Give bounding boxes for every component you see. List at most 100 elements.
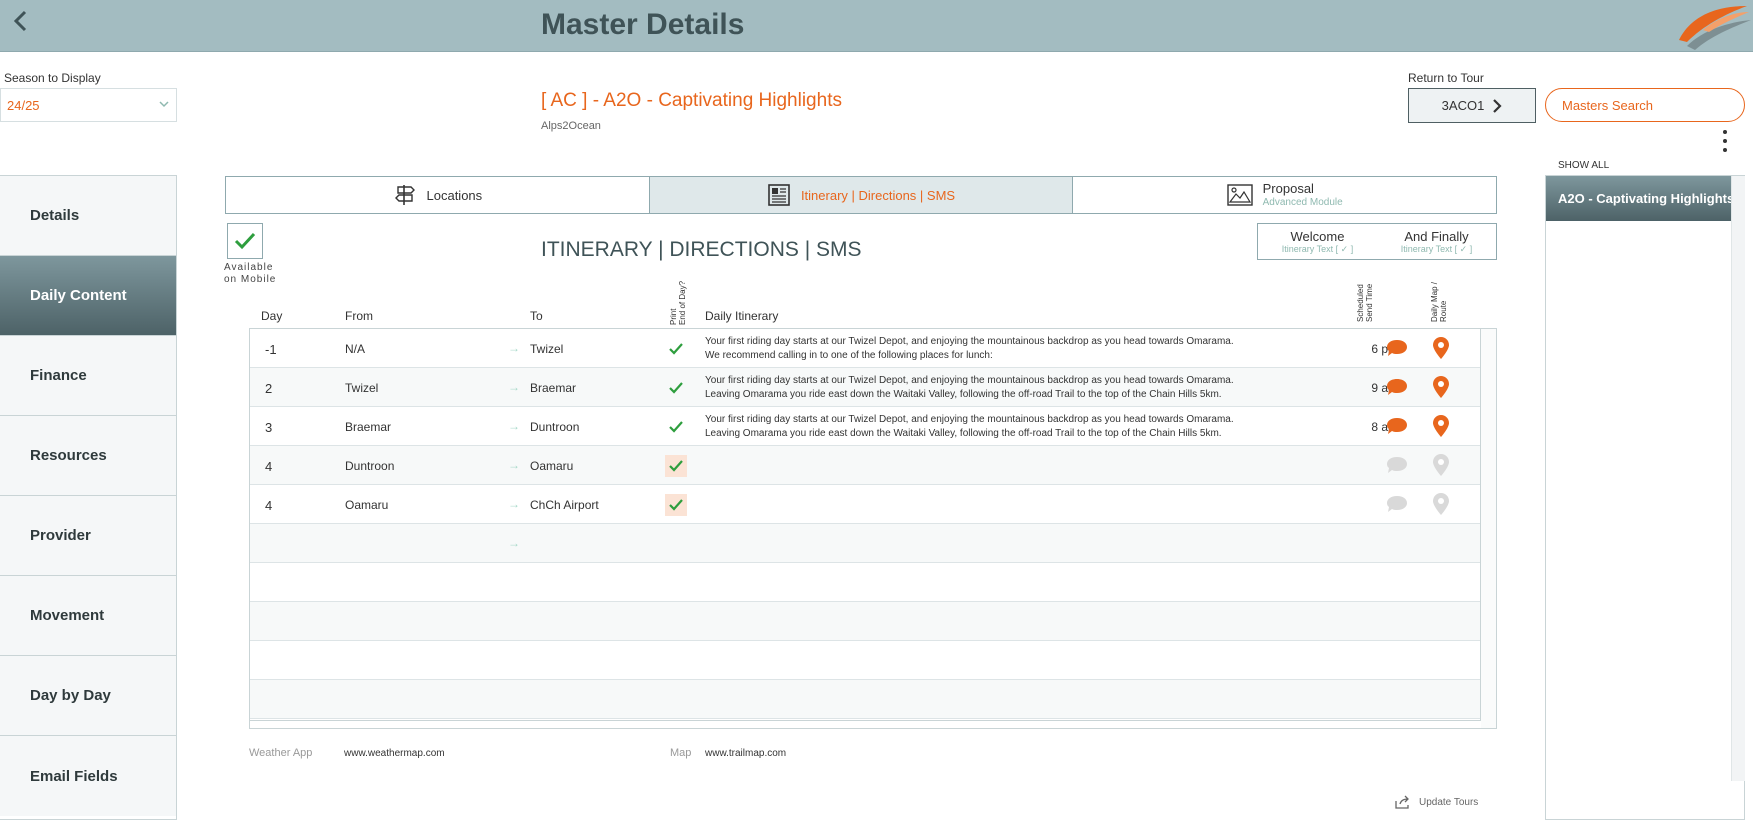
row-to: Twizel (530, 342, 564, 356)
masters-list-scrollbar[interactable] (1731, 176, 1745, 781)
season-select[interactable]: 24/25 (0, 88, 177, 122)
print-end-of-day-checkbox[interactable] (665, 494, 687, 516)
row-itinerary[interactable]: Your first riding day starts at our Twiz… (705, 335, 1265, 363)
tour-title: [ AC ] - A2O - Captivating Highlights (541, 90, 842, 111)
row-from: N/A (345, 342, 366, 356)
table-row[interactable] (250, 680, 1480, 719)
swoosh-logo-icon (1679, 6, 1751, 50)
row-day: -1 (265, 342, 277, 357)
sidebar-item-provider[interactable]: Provider (0, 496, 176, 576)
available-on-mobile-checkbox[interactable] (227, 223, 263, 259)
welcome-finally-box: Welcome Itinerary Text [ ✓ ] And Finally… (1257, 223, 1497, 260)
season-label: Season to Display (4, 71, 101, 85)
row-day: 2 (265, 381, 273, 396)
map-pin-icon[interactable] (1432, 375, 1454, 399)
table-row[interactable] (250, 602, 1480, 641)
table-row[interactable]: 3 Braemar → Duntroon Your first riding day s… (250, 407, 1480, 446)
row-day: 4 (265, 498, 273, 513)
print-end-of-day-checkbox[interactable] (665, 377, 687, 399)
table-row[interactable]: 2 Twizel → Braemar Your first riding day sta… (250, 368, 1480, 407)
chevron-left-icon (13, 10, 27, 32)
back-button[interactable] (6, 6, 36, 36)
itinerary-table: -1 N/A → Twizel Your first riding day starts… (249, 328, 1481, 721)
map-pin-icon[interactable] (1432, 492, 1454, 516)
table-scrollbar[interactable] (1481, 328, 1497, 729)
arrow-right-icon: → (508, 341, 520, 355)
tab-proposal-text: Proposal Advanced Module (1262, 181, 1343, 208)
update-tours-label: Update Tours (1419, 796, 1479, 808)
map-pin-icon[interactable] (1432, 336, 1454, 360)
check-icon (234, 232, 256, 250)
sidebar-item-resources[interactable]: Resources (0, 416, 176, 496)
tab-itinerary[interactable]: Itinerary | Directions | SMS (649, 177, 1074, 213)
tab-itinerary-label: Itinerary | Directions | SMS (800, 187, 956, 203)
sms-bubble-icon[interactable] (1386, 494, 1408, 516)
table-row[interactable]: -1 N/A → Twizel Your first riding day starts… (250, 329, 1480, 368)
top-bar: Master Details (0, 0, 1753, 52)
arrow-right-icon: → (508, 380, 520, 394)
update-tours-button[interactable]: Update Tours (1395, 795, 1478, 809)
row-to: Braemar (530, 381, 577, 395)
column-header-itinerary: Daily Itinerary (705, 309, 779, 323)
tab-proposal-label: Proposal (1262, 181, 1314, 197)
sidebar-nav: Details Daily Content Finance Resources … (0, 175, 177, 820)
table-row[interactable] (250, 563, 1480, 602)
masters-list-item[interactable]: A2O - Captivating Highlights (1546, 176, 1731, 221)
print-end-of-day-checkbox[interactable] (665, 455, 687, 477)
table-row[interactable]: 4 Duntroon → Oamaru (250, 446, 1480, 485)
content-tabs: Locations Itinerary | Directions | SMS P… (225, 176, 1497, 214)
sidebar-item-daily-content[interactable]: Daily Content (0, 256, 176, 336)
row-to: Oamaru (530, 459, 574, 473)
row-to: ChCh Airport (530, 498, 599, 512)
sidebar-item-movement[interactable]: Movement (0, 576, 176, 656)
row-from: Braemar (345, 420, 392, 434)
tab-locations-label: Locations (426, 187, 483, 203)
map-pin-icon[interactable] (1432, 414, 1454, 438)
check-icon (669, 343, 683, 355)
print-end-of-day-checkbox[interactable] (665, 338, 687, 360)
sms-bubble-icon[interactable] (1386, 416, 1408, 438)
tab-proposal-sub: Advanced Module (1262, 196, 1343, 208)
map-pin-icon[interactable] (1432, 453, 1454, 477)
table-bottom-border (249, 721, 1497, 729)
return-to-tour-label: Return to Tour (1408, 71, 1484, 85)
table-row[interactable]: → (250, 524, 1480, 563)
table-row[interactable]: 4 Oamaru → ChCh Airport (250, 485, 1480, 524)
tab-locations[interactable]: Locations (226, 177, 650, 213)
chevron-right-icon (1493, 98, 1502, 113)
sidebar-item-finance[interactable]: Finance (0, 336, 176, 416)
row-itinerary[interactable]: Your first riding day starts at our Twiz… (705, 413, 1265, 441)
page-title: Master Details (541, 8, 745, 41)
sms-bubble-icon[interactable] (1386, 455, 1408, 477)
available-on-mobile-label: Available on Mobile (224, 262, 277, 285)
table-row[interactable] (250, 641, 1480, 680)
row-to: Duntroon (530, 420, 580, 434)
chevron-down-icon (159, 101, 169, 108)
check-icon (669, 421, 683, 433)
sidebar-item-day-by-day[interactable]: Day by Day (0, 656, 176, 736)
masters-search-button[interactable]: Masters Search (1545, 88, 1745, 122)
show-all-link[interactable]: SHOW ALL (1558, 160, 1609, 171)
more-options-icon[interactable] (1718, 128, 1732, 154)
share-icon (1395, 795, 1409, 809)
tab-proposal[interactable]: Proposal Advanced Module (1073, 177, 1496, 213)
arrow-right-icon: → (508, 419, 520, 433)
row-itinerary[interactable]: Your first riding day starts at our Twiz… (705, 374, 1265, 402)
weather-app-link[interactable]: www.weathermap.com (344, 748, 445, 759)
return-to-tour-button[interactable]: 3ACO1 (1408, 88, 1536, 123)
column-header-send-time: Scheduled Send Time (1356, 283, 1374, 322)
sidebar-item-email-fields[interactable]: Email Fields (0, 736, 176, 816)
print-end-of-day-checkbox[interactable] (665, 416, 687, 438)
map-link[interactable]: www.trailmap.com (705, 748, 786, 759)
sms-bubble-icon[interactable] (1386, 338, 1408, 360)
sidebar-item-details[interactable]: Details (0, 176, 176, 256)
image-icon (1226, 184, 1253, 206)
check-icon (669, 382, 683, 394)
row-from: Duntroon (345, 459, 395, 473)
row-from: Oamaru (345, 498, 389, 512)
welcome-button[interactable]: Welcome Itinerary Text [ ✓ ] (1258, 224, 1377, 259)
arrow-right-icon: → (508, 536, 520, 550)
and-finally-button[interactable]: And Finally Itinerary Text [ ✓ ] (1377, 224, 1496, 259)
sms-bubble-icon[interactable] (1386, 377, 1408, 399)
arrow-right-icon: → (508, 458, 520, 472)
